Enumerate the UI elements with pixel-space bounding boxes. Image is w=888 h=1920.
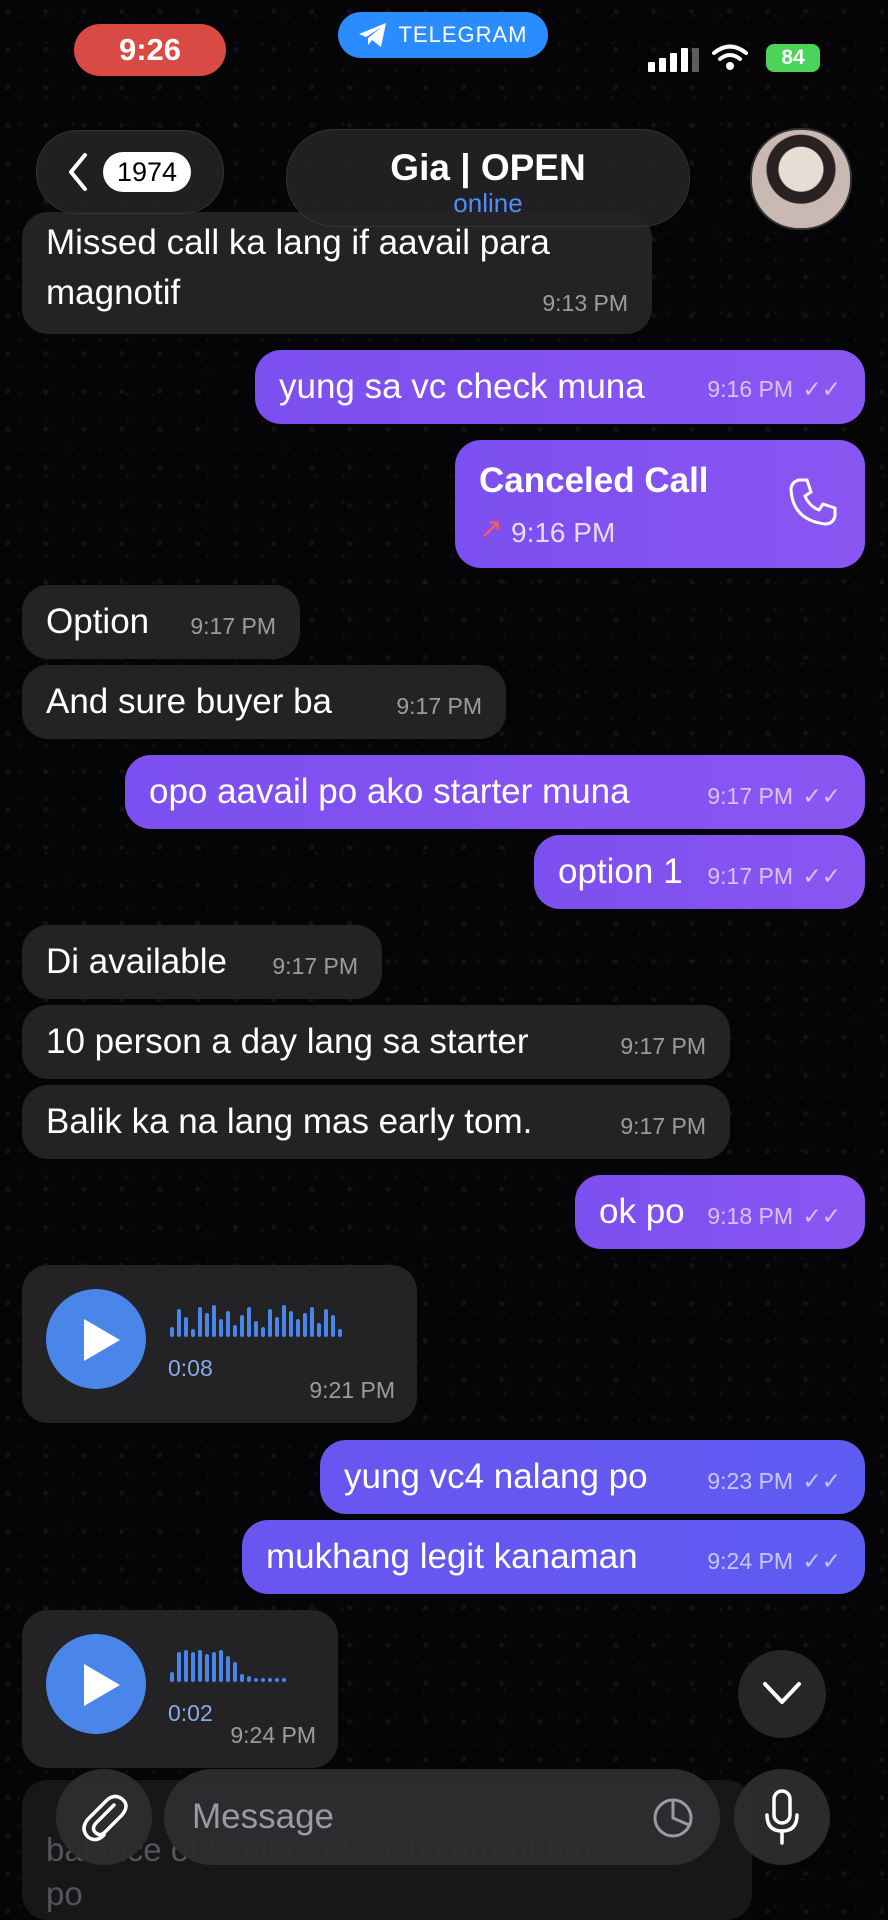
chevron-left-icon: [69, 153, 87, 191]
message-time: 9:18 PM: [707, 1203, 793, 1229]
outgoing-call-arrow-icon: ↗: [479, 513, 503, 544]
message-time: 9:24 PM: [707, 1548, 793, 1574]
message-bubble[interactable]: opo aavail po ako starter muna 9:17 PM ✓…: [125, 755, 865, 829]
message-time: 9:16 PM: [511, 517, 616, 548]
attach-button[interactable]: [56, 1769, 152, 1865]
message-time: 9:13 PM: [542, 290, 628, 316]
read-checkmarks-icon: ✓✓: [802, 1203, 841, 1229]
message-time: 9:24 PM: [230, 1722, 316, 1748]
status-time: 9:26: [74, 24, 226, 76]
sticker-icon[interactable]: [652, 1797, 694, 1839]
message-bubble[interactable]: Option 9:17 PM: [22, 585, 300, 659]
message-bubble[interactable]: yung sa vc check muna 9:16 PM ✓✓: [255, 350, 865, 424]
read-checkmarks-icon: ✓✓: [802, 376, 841, 402]
message-bubble[interactable]: mukhang legit kanaman 9:24 PM ✓✓: [242, 1520, 865, 1594]
read-checkmarks-icon: ✓✓: [802, 783, 841, 809]
message-time: 9:17 PM: [620, 1113, 706, 1139]
wifi-icon: [712, 44, 748, 70]
back-button[interactable]: 1974: [36, 130, 224, 214]
read-checkmarks-icon: ✓✓: [802, 863, 841, 889]
call-message-bubble[interactable]: Canceled Call ↗ 9:16 PM: [455, 440, 865, 568]
message-text: Di available: [46, 942, 227, 981]
cellular-signal-icon: [648, 48, 699, 72]
message-text: yung vc4 nalang po: [344, 1457, 648, 1496]
message-bubble[interactable]: And sure buyer ba 9:17 PM: [22, 665, 506, 739]
message-text: 10 person a day lang sa starter: [46, 1022, 529, 1061]
chevron-down-icon: [763, 1682, 801, 1704]
message-bubble[interactable]: yung vc4 nalang po 9:23 PM ✓✓: [320, 1440, 865, 1514]
play-icon[interactable]: [46, 1634, 146, 1734]
message-text: And sure buyer ba: [46, 682, 333, 721]
chat-title-button[interactable]: Gia | OPEN online: [286, 129, 690, 227]
scroll-to-bottom-button[interactable]: [738, 1650, 826, 1738]
message-time: 9:17 PM: [190, 613, 276, 639]
message-text: mukhang legit kanaman: [266, 1537, 638, 1576]
message-time: 9:23 PM: [707, 1468, 793, 1494]
message-text: magnotif: [46, 273, 181, 312]
paperclip-icon: [82, 1794, 128, 1842]
phone-icon[interactable]: [787, 476, 839, 528]
message-bubble[interactable]: option 1 9:17 PM ✓✓: [534, 835, 865, 909]
battery-indicator: 84: [766, 44, 820, 72]
chat-header: 1974 Gia | OPEN online: [0, 125, 888, 235]
waveform: [170, 1648, 286, 1682]
message-text: Canceled Call: [479, 461, 709, 500]
message-text: ok po: [599, 1192, 685, 1231]
telegram-pill[interactable]: TELEGRAM: [338, 12, 548, 58]
read-checkmarks-icon: ✓✓: [802, 1548, 841, 1574]
message-time: 9:17 PM: [620, 1033, 706, 1059]
message-text: Option: [46, 602, 150, 641]
message-input[interactable]: Message: [164, 1769, 720, 1865]
chat-title: Gia | OPEN: [390, 147, 586, 188]
message-text: option 1: [558, 852, 683, 891]
message-time: 9:17 PM: [272, 953, 358, 979]
voice-message-bubble[interactable]: 0:02 9:24 PM: [22, 1610, 338, 1768]
voice-duration: 0:02: [168, 1700, 213, 1726]
composer-bar: Message: [0, 1760, 888, 1920]
message-time: 9:17 PM: [707, 863, 793, 889]
message-time: 9:21 PM: [309, 1377, 395, 1403]
telegram-icon: [359, 23, 387, 47]
avatar[interactable]: [750, 128, 852, 230]
message-time: 9:17 PM: [396, 693, 482, 719]
message-bubble[interactable]: 10 person a day lang sa starter 9:17 PM: [22, 1005, 730, 1079]
microphone-button[interactable]: [734, 1769, 830, 1865]
voice-duration: 0:08: [168, 1355, 213, 1381]
microphone-icon: [765, 1789, 799, 1845]
telegram-pill-label: TELEGRAM: [398, 22, 528, 47]
message-bubble[interactable]: ok po 9:18 PM ✓✓: [575, 1175, 865, 1249]
message-bubble[interactable]: Balik ka na lang mas early tom. 9:17 PM: [22, 1085, 730, 1159]
voice-message-bubble[interactable]: 0:08 9:21 PM: [22, 1265, 417, 1423]
message-text: Balik ka na lang mas early tom.: [46, 1102, 533, 1141]
message-text: yung sa vc check muna: [279, 367, 645, 406]
message-list[interactable]: Missed call ka lang if aavail para magno…: [0, 0, 888, 1920]
play-icon[interactable]: [46, 1289, 146, 1389]
message-time: 9:16 PM: [707, 376, 793, 402]
chat-status: online: [453, 188, 523, 218]
message-bubble[interactable]: Di available 9:17 PM: [22, 925, 382, 999]
message-text: opo aavail po ako starter muna: [149, 772, 630, 811]
message-time: 9:17 PM: [707, 783, 793, 809]
waveform: [170, 1303, 342, 1337]
status-bar: 9:26 TELEGRAM 84: [0, 0, 888, 90]
unread-count-badge: 1974: [103, 152, 192, 192]
message-input-placeholder: Message: [192, 1797, 335, 1836]
read-checkmarks-icon: ✓✓: [802, 1468, 841, 1494]
